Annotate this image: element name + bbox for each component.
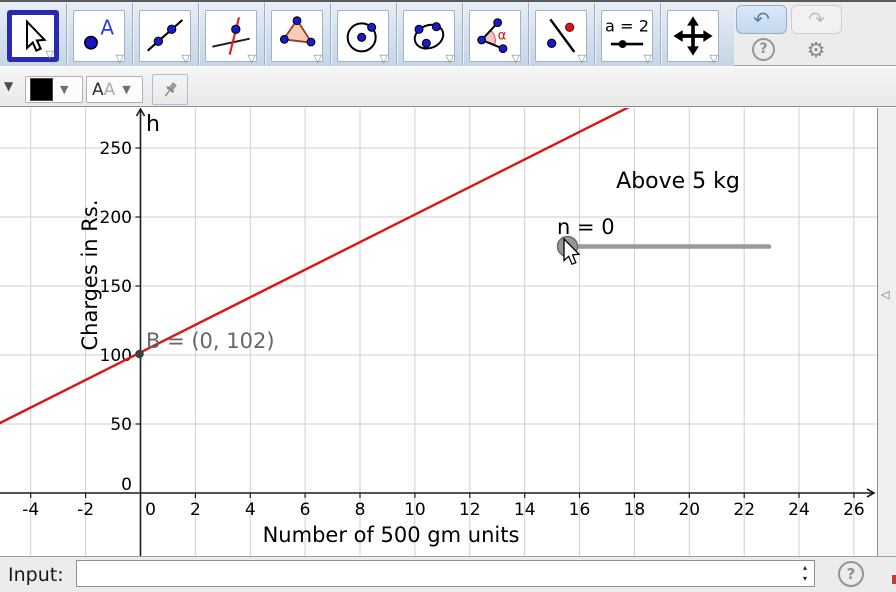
svg-text:16: 16 — [569, 500, 591, 520]
input-history-spinner[interactable]: ▴ ▾ — [799, 562, 811, 586]
tool-move-graphics-view[interactable]: ▽ — [667, 10, 719, 62]
svg-text:8: 8 — [355, 500, 366, 520]
tool-circle[interactable]: ▽ — [337, 10, 389, 62]
svg-text:18: 18 — [624, 500, 646, 520]
input-bar: Input: ▴ ▾ ? — [0, 556, 896, 592]
pin-to-screen-button[interactable] — [152, 74, 188, 105]
pushpin-icon — [159, 79, 181, 101]
input-field-frame: ▴ ▾ — [76, 560, 815, 587]
slider-icon: a = 2 — [605, 14, 649, 58]
tool-point[interactable]: A ▽ — [73, 10, 125, 62]
tool-dropdown-icon[interactable]: ▽ — [512, 53, 520, 64]
tool-dropdown-icon[interactable]: ▽ — [248, 53, 256, 64]
point-b-label[interactable]: B = (0, 102) — [146, 329, 275, 353]
collapse-left-icon[interactable]: ◁ — [881, 288, 889, 301]
svg-text:4: 4 — [245, 500, 256, 520]
y-axis-caption: Charges in Rs. — [78, 200, 102, 351]
tool-dropdown-icon[interactable]: ▽ — [446, 53, 454, 64]
svg-text:200: 200 — [100, 208, 132, 228]
circle-icon — [343, 16, 383, 56]
spinner-up-icon[interactable]: ▴ — [799, 562, 811, 573]
y-axis-name: h — [146, 112, 160, 137]
svg-text:22: 22 — [733, 500, 755, 520]
tool-angle[interactable]: α ▽ — [469, 10, 521, 62]
main-toolbar: ▽ A ▽ ▽ — [0, 0, 896, 66]
tool-dropdown-icon[interactable]: ▽ — [644, 53, 652, 64]
text-style-label-light: A — [104, 80, 116, 100]
tool-move[interactable]: ▽ — [7, 10, 59, 62]
panel-collapse-strip: ◁ — [877, 108, 896, 556]
tool-polygon[interactable]: ▽ — [271, 10, 323, 62]
stylebar-collapse-icon[interactable]: ▼ — [4, 79, 13, 93]
perpendicular-line-icon — [211, 16, 251, 56]
svg-text:26: 26 — [843, 500, 865, 520]
point-b[interactable] — [135, 350, 144, 359]
tool-dropdown-icon[interactable]: ▽ — [380, 53, 388, 64]
color-picker-button[interactable]: ▼ — [25, 76, 83, 103]
line-icon — [145, 16, 185, 56]
ellipse-icon — [409, 16, 449, 56]
tool-dropdown-icon[interactable]: ▽ — [116, 53, 124, 64]
svg-text:0: 0 — [145, 500, 156, 520]
tool-dropdown-icon[interactable]: ▽ — [46, 49, 54, 60]
toolbar-right-controls: ↶ ↷ ? ⚙ — [736, 2, 896, 66]
graphics-style-bar: ▼ ▼ A A ▼ — [0, 67, 896, 107]
svg-text:-4: -4 — [22, 500, 39, 520]
chevron-down-icon: ▼ — [60, 83, 68, 96]
tool-ellipse[interactable]: ▽ — [403, 10, 455, 62]
tool-dropdown-icon[interactable]: ▽ — [182, 53, 190, 64]
reflect-line-icon — [541, 16, 581, 56]
svg-text:250: 250 — [100, 139, 132, 159]
settings-gear-icon[interactable]: ⚙ — [804, 38, 828, 62]
y-axis-tick-labels: 0 50 100 150 200 250 — [100, 139, 132, 495]
svg-text:-2: -2 — [77, 500, 94, 520]
svg-text:24: 24 — [788, 500, 810, 520]
x-axis-tick-labels: -4 -2 0 2 4 6 8 10 12 14 16 18 20 22 24 … — [22, 500, 864, 520]
tool-slider[interactable]: a = 2 ▽ — [601, 10, 653, 62]
polygon-icon — [277, 16, 317, 56]
tool-dropdown-icon[interactable]: ▽ — [710, 53, 718, 64]
tools-strip: ▽ A ▽ ▽ — [0, 2, 734, 66]
svg-text:50: 50 — [110, 415, 132, 435]
tool-dropdown-icon[interactable]: ▽ — [578, 53, 586, 64]
svg-text:0: 0 — [121, 475, 132, 495]
color-swatch-black — [30, 78, 53, 101]
tool-dropdown-icon[interactable]: ▽ — [314, 53, 322, 64]
geogebra-window: { "toolbar": { "point_tool_letter": "A",… — [0, 0, 896, 592]
chevron-down-icon: ▼ — [122, 83, 130, 96]
graphics-view[interactable]: -4 -2 0 2 4 6 8 10 12 14 16 18 20 22 24 … — [0, 108, 877, 556]
svg-text:6: 6 — [300, 500, 311, 520]
redo-button[interactable]: ↷ — [791, 5, 842, 34]
text-style-button[interactable]: A A ▼ — [86, 76, 143, 103]
x-axis-caption: Number of 500 gm units — [263, 523, 520, 547]
annotation-text[interactable]: Above 5 kg — [616, 169, 740, 194]
undo-button[interactable]: ↶ — [736, 5, 787, 34]
input-help-button[interactable]: ? — [838, 561, 864, 587]
point-icon: A — [79, 16, 119, 56]
move-view-icon — [672, 15, 714, 57]
tool-reflect[interactable]: ▽ — [535, 10, 587, 62]
svg-text:150: 150 — [100, 277, 132, 297]
help-button[interactable]: ? — [752, 38, 775, 61]
svg-text:A: A — [100, 16, 114, 40]
slider-n-label[interactable]: n = 0 — [557, 215, 615, 239]
svg-text:100: 100 — [100, 346, 132, 366]
svg-text:α: α — [498, 28, 507, 43]
tool-perpendicular-line[interactable]: ▽ — [205, 10, 257, 62]
text-style-label: A — [92, 80, 104, 100]
algebra-input-field[interactable] — [79, 562, 793, 586]
svg-text:12: 12 — [459, 500, 481, 520]
tool-line[interactable]: ▽ — [139, 10, 191, 62]
svg-text:2: 2 — [190, 500, 201, 520]
svg-text:20: 20 — [678, 500, 700, 520]
spinner-down-icon[interactable]: ▾ — [799, 573, 811, 584]
svg-text:a = 2: a = 2 — [605, 17, 649, 36]
window-resize-marker — [892, 575, 896, 584]
svg-text:14: 14 — [514, 500, 536, 520]
svg-text:10: 10 — [404, 500, 426, 520]
angle-icon: α — [475, 16, 515, 56]
input-label: Input: — [8, 564, 64, 586]
